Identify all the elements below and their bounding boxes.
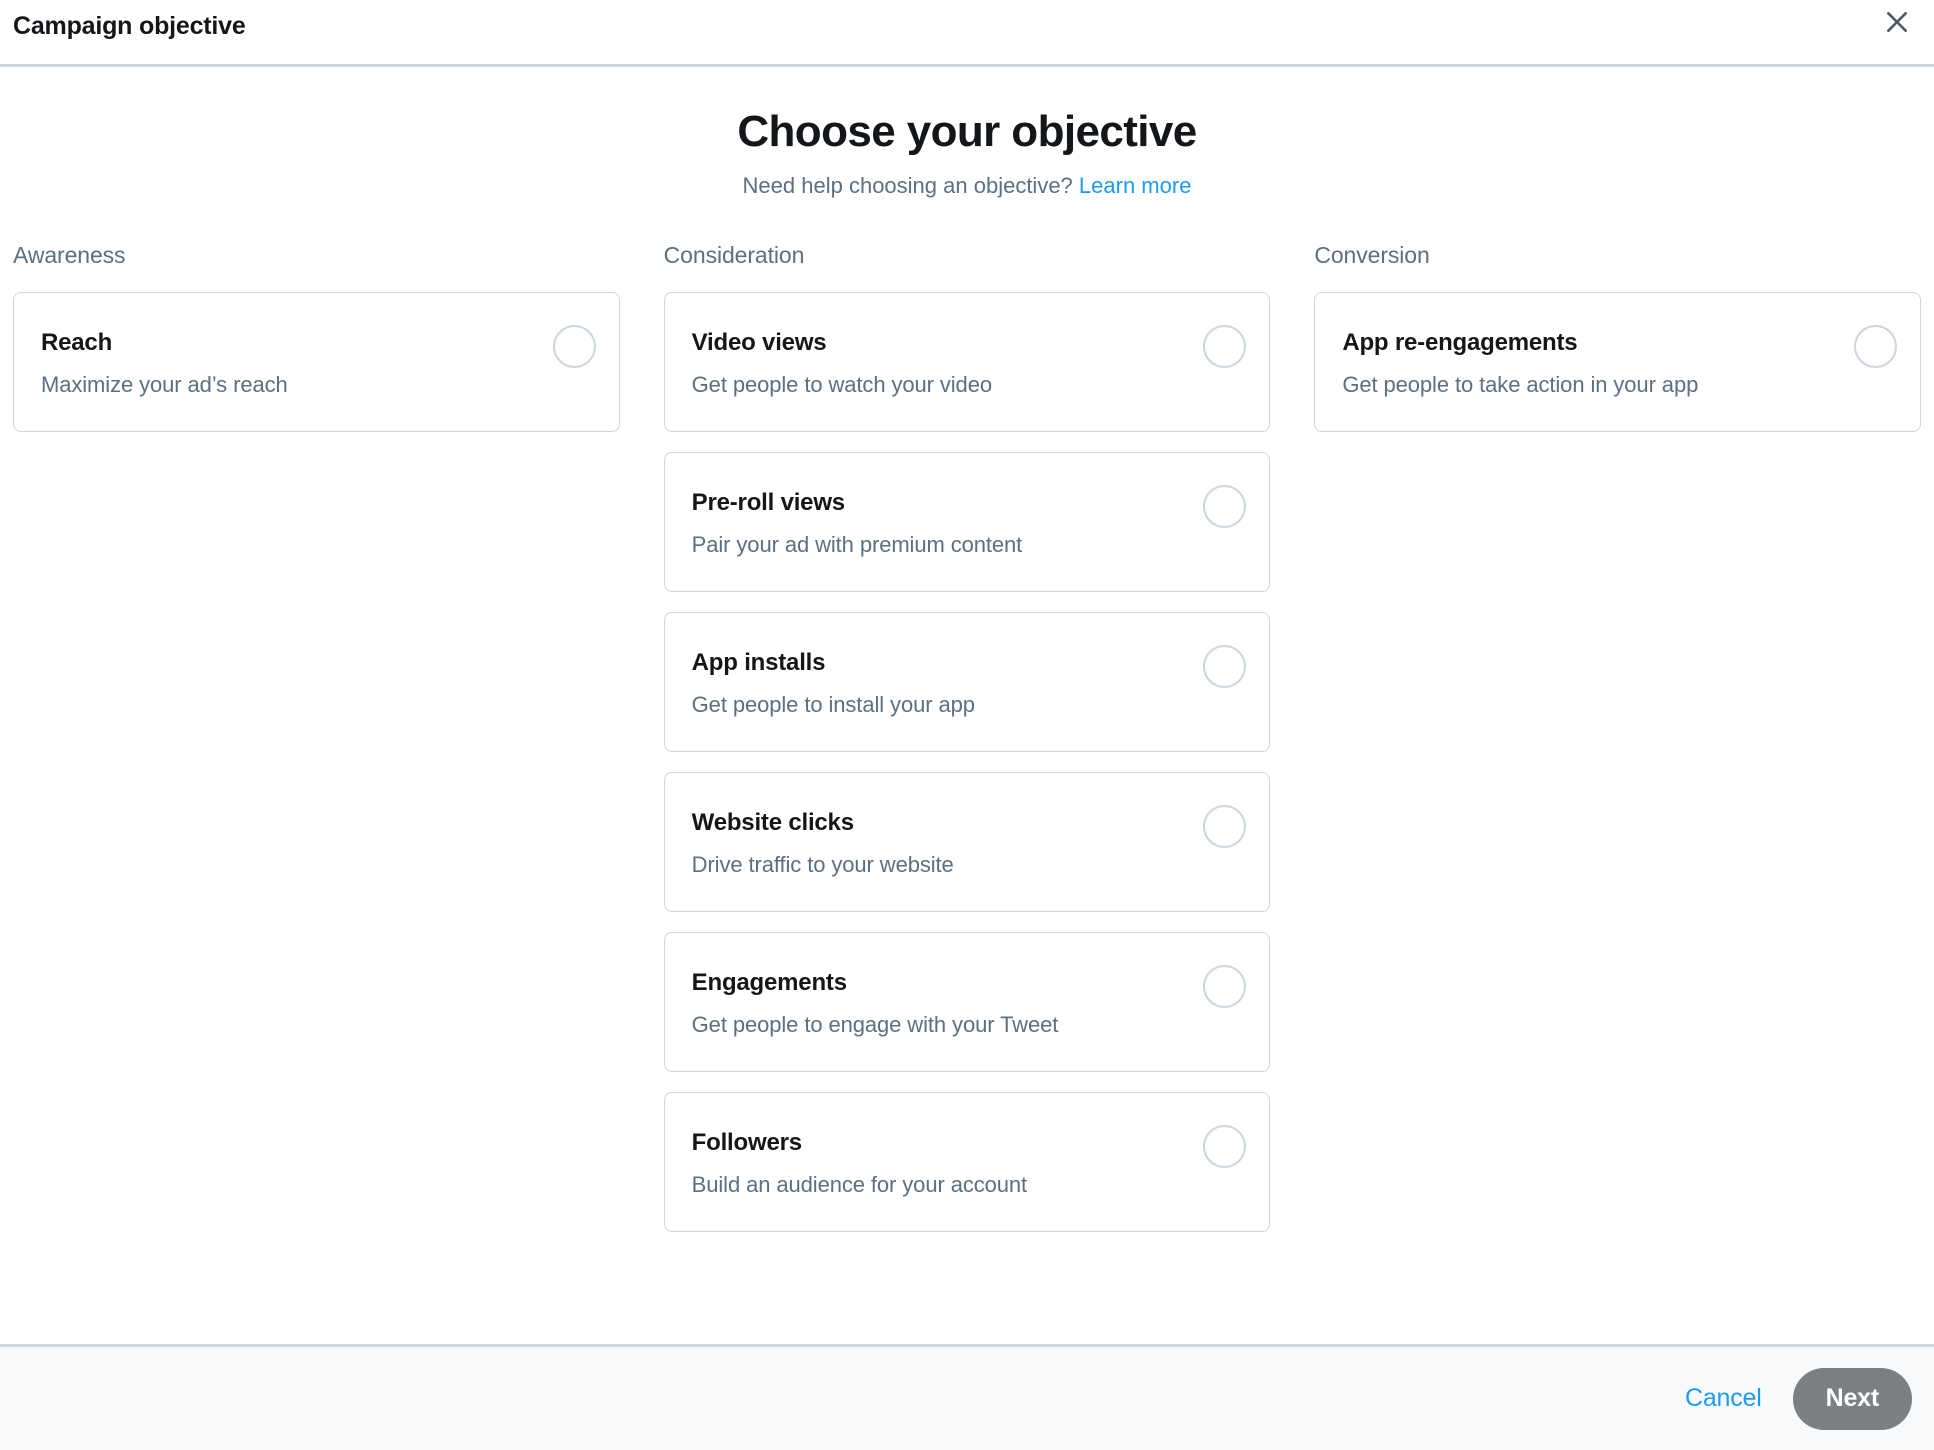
objective-radio[interactable] (1203, 1125, 1246, 1168)
objective-card-app-installs[interactable]: App installs Get people to install your … (664, 612, 1271, 752)
objective-radio[interactable] (1203, 645, 1246, 688)
objective-card-reach[interactable]: Reach Maximize your ad’s reach (13, 292, 620, 432)
column-title-conversion: Conversion (1314, 244, 1921, 267)
objective-card-followers[interactable]: Followers Build an audience for your acc… (664, 1092, 1271, 1232)
objective-radio[interactable] (1203, 485, 1246, 528)
objective-card-website-clicks[interactable]: Website clicks Drive traffic to your web… (664, 772, 1271, 912)
objective-card-description: Get people to install your app (692, 691, 1248, 719)
modal-header: Campaign objective (0, 0, 1934, 67)
page-title: Campaign objective (13, 0, 246, 39)
hero-section: Choose your objective Need help choosing… (13, 67, 1921, 200)
objective-card-title: App installs (692, 650, 1248, 676)
objective-card-description: Drive traffic to your website (692, 851, 1248, 879)
objective-radio[interactable] (1203, 965, 1246, 1008)
objective-columns: Awareness Reach Maximize your ad’s reach… (13, 244, 1921, 1232)
hero-help-text: Need help choosing an objective? (743, 173, 1073, 198)
objective-card-title: App re-engagements (1342, 330, 1898, 356)
objective-card-app-re-engagements[interactable]: App re-engagements Get people to take ac… (1314, 292, 1921, 432)
campaign-objective-modal: Campaign objective Choose your objective… (0, 0, 1934, 1450)
objective-card-title: Reach (41, 330, 597, 356)
modal-footer: Cancel Next (0, 1344, 1934, 1450)
objective-card-description: Build an audience for your account (692, 1171, 1248, 1199)
objective-column-consideration: Consideration Video views Get people to … (664, 244, 1271, 1232)
next-button[interactable]: Next (1793, 1368, 1912, 1430)
objective-card-title: Engagements (692, 970, 1248, 996)
objective-card-engagements[interactable]: Engagements Get people to engage with yo… (664, 932, 1271, 1072)
objective-radio[interactable] (1203, 325, 1246, 368)
hero-title: Choose your objective (13, 107, 1921, 158)
card-list-conversion: App re-engagements Get people to take ac… (1314, 292, 1921, 432)
objective-card-pre-roll-views[interactable]: Pre-roll views Pair your ad with premium… (664, 452, 1271, 592)
cancel-button[interactable]: Cancel (1681, 1378, 1766, 1419)
objective-card-title: Pre-roll views (692, 490, 1248, 516)
objective-card-title: Video views (692, 330, 1248, 356)
objective-column-conversion: Conversion App re-engagements Get people… (1314, 244, 1921, 432)
card-list-awareness: Reach Maximize your ad’s reach (13, 292, 620, 432)
objective-radio[interactable] (1854, 325, 1897, 368)
modal-body: Choose your objective Need help choosing… (0, 67, 1934, 1344)
objective-card-title: Website clicks (692, 810, 1248, 836)
objective-card-description: Get people to engage with your Tweet (692, 1011, 1248, 1039)
close-icon (1884, 9, 1910, 35)
objective-card-description: Get people to watch your video (692, 371, 1248, 399)
objective-card-description: Get people to take action in your app (1342, 371, 1898, 399)
learn-more-link[interactable]: Learn more (1079, 173, 1192, 198)
hero-subtitle: Need help choosing an objective? Learn m… (13, 172, 1921, 201)
objective-radio[interactable] (1203, 805, 1246, 848)
column-title-awareness: Awareness (13, 244, 620, 267)
close-button[interactable] (1877, 2, 1917, 42)
objective-column-awareness: Awareness Reach Maximize your ad’s reach (13, 244, 620, 432)
objective-card-video-views[interactable]: Video views Get people to watch your vid… (664, 292, 1271, 432)
objective-card-title: Followers (692, 1130, 1248, 1156)
column-title-consideration: Consideration (664, 244, 1271, 267)
objective-card-description: Maximize your ad’s reach (41, 371, 597, 399)
objective-radio[interactable] (553, 325, 596, 368)
objective-card-description: Pair your ad with premium content (692, 531, 1248, 559)
card-list-consideration: Video views Get people to watch your vid… (664, 292, 1271, 1232)
